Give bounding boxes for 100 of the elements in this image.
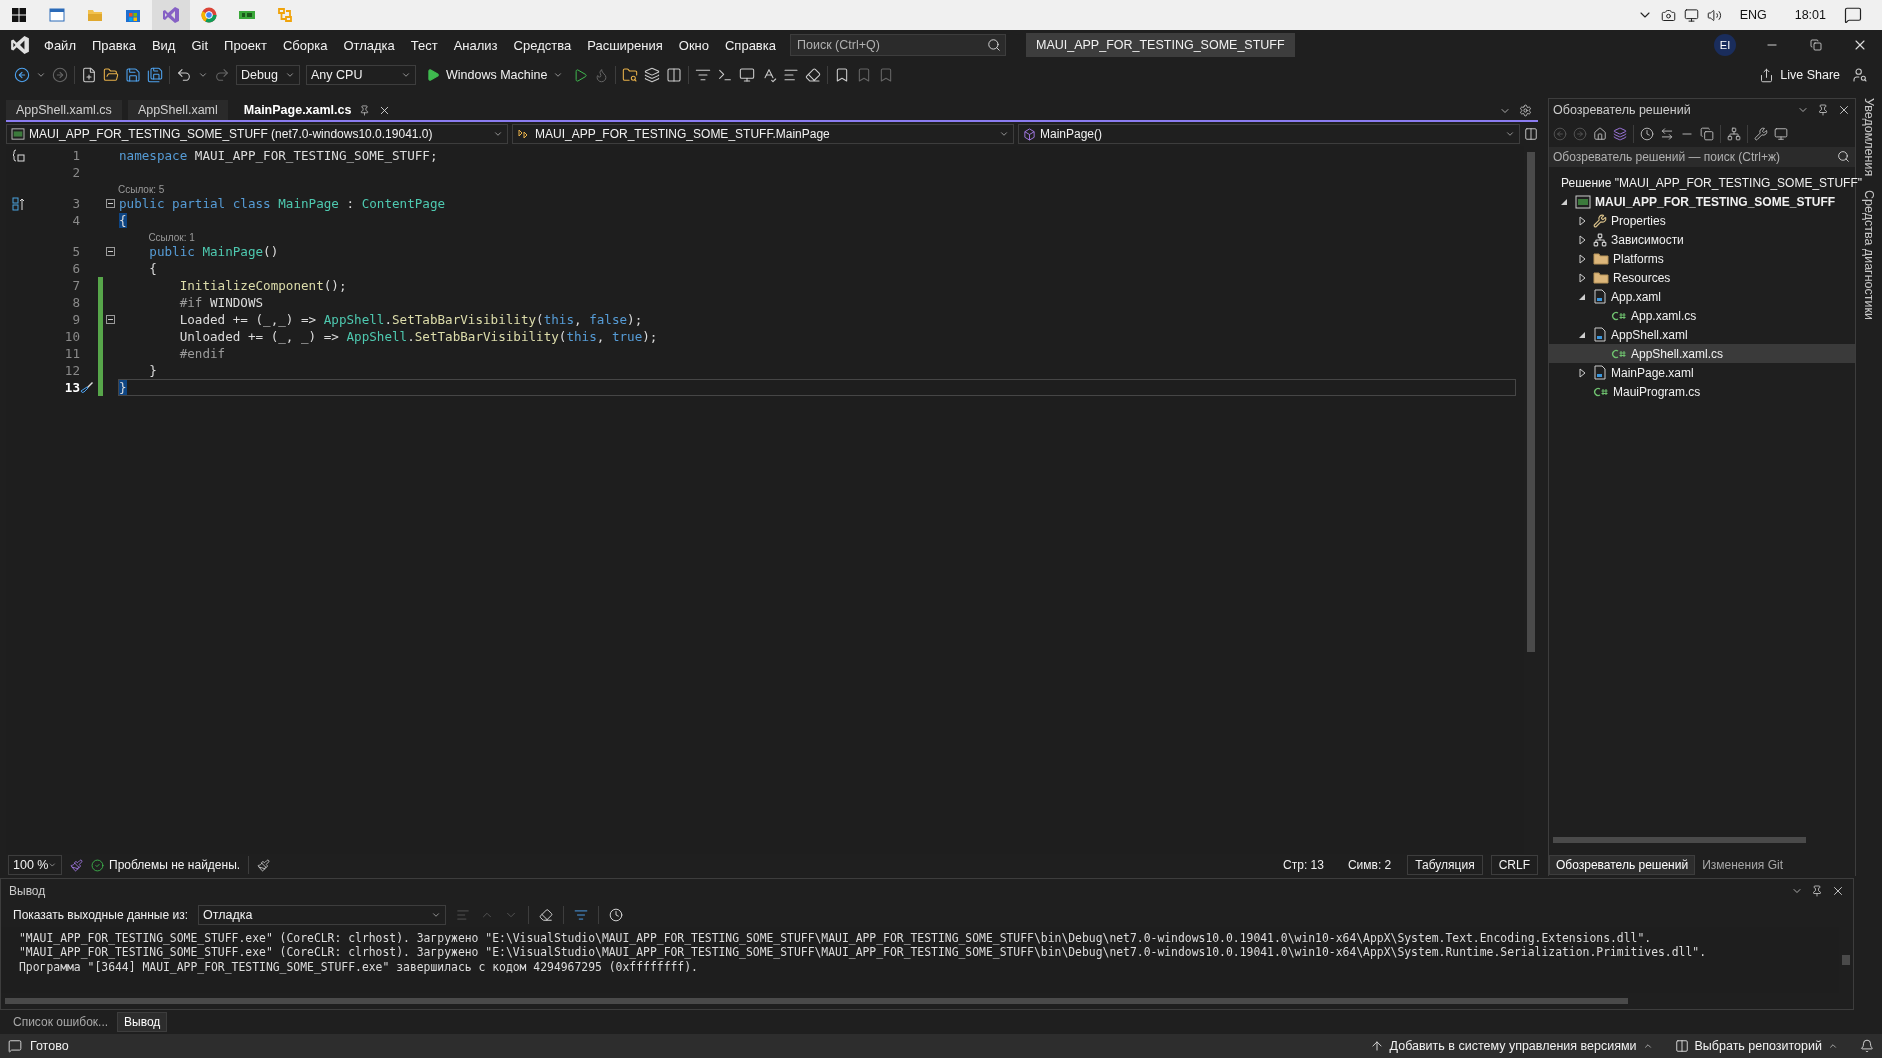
tree-item[interactable]: App.xaml: [1549, 287, 1855, 306]
output-source-dropdown[interactable]: Отладка: [198, 905, 446, 925]
tree-item[interactable]: AppShell.xaml: [1549, 325, 1855, 344]
expander-icon[interactable]: [1578, 253, 1586, 264]
eraser-icon[interactable]: [805, 67, 822, 83]
menu-item[interactable]: Вид: [143, 37, 184, 53]
spell-check-icon[interactable]: [761, 67, 778, 83]
tree-item[interactable]: Зависимости: [1549, 230, 1855, 249]
menu-item[interactable]: Проект: [216, 37, 275, 53]
zoom-dropdown[interactable]: 100 %: [8, 855, 62, 875]
collapse-toggle[interactable]: [106, 199, 115, 208]
settings-icon[interactable]: [1519, 104, 1532, 117]
expander-icon[interactable]: [1578, 234, 1586, 245]
member-dropdown[interactable]: MainPage(): [1018, 124, 1520, 144]
tree-item[interactable]: MauiProgram.cs: [1549, 382, 1855, 401]
tree-item[interactable]: Resources: [1549, 268, 1855, 287]
side-tab[interactable]: Уведомления: [1862, 98, 1876, 177]
side-tab[interactable]: Средства диагностики: [1862, 190, 1876, 321]
split-icon[interactable]: [1524, 127, 1538, 141]
configuration-dropdown[interactable]: Debug: [236, 65, 300, 85]
forward-icon[interactable]: [52, 67, 68, 83]
volume-icon[interactable]: [1706, 7, 1722, 23]
type-dropdown[interactable]: MAUI_APP_FOR_TESTING_SOME_STUFF.MainPage: [512, 124, 1014, 144]
tree-item[interactable]: App.xaml.cs: [1549, 306, 1855, 325]
source-control-button[interactable]: Добавить в систему управления версиями: [1369, 1039, 1653, 1053]
infinity-logo-icon[interactable]: [10, 35, 30, 55]
collapse-toggle[interactable]: [106, 247, 115, 256]
open-folder-icon[interactable]: [103, 67, 119, 83]
line-ending-indicator[interactable]: CRLF: [1490, 855, 1538, 875]
search-icon[interactable]: [987, 38, 1001, 52]
search-field[interactable]: Поиск (Ctrl+Q): [790, 34, 1006, 56]
clock[interactable]: 18:01: [1794, 8, 1826, 22]
menu-item[interactable]: Файл: [36, 37, 84, 53]
tree-item[interactable]: MainPage.xaml: [1549, 363, 1855, 382]
class-hierarchy-icon[interactable]: [12, 196, 26, 211]
language-indicator[interactable]: ENG: [1739, 8, 1767, 22]
menu-item[interactable]: Отладка: [335, 37, 403, 53]
live-share-button[interactable]: Live Share: [1753, 67, 1846, 83]
menu-item[interactable]: Тест: [402, 37, 446, 53]
platform-dropdown[interactable]: Any CPU: [306, 65, 416, 85]
collapse-toggle[interactable]: [106, 315, 115, 324]
save-icon[interactable]: [125, 67, 141, 83]
line-indicator[interactable]: Стр: 13: [1275, 855, 1332, 875]
brush-icon[interactable]: [70, 858, 83, 872]
notification-icon[interactable]: [1844, 6, 1862, 24]
undo-icon[interactable]: [176, 67, 192, 83]
panel-tab[interactable]: Изменения Git: [1695, 855, 1790, 875]
menu-item[interactable]: Средства: [505, 37, 580, 53]
clock-icon[interactable]: [609, 908, 623, 922]
caret-icon[interactable]: [36, 70, 46, 80]
align-icon[interactable]: [783, 67, 800, 83]
pin-icon[interactable]: [359, 104, 371, 116]
expander-icon[interactable]: [1578, 292, 1586, 301]
expander-icon[interactable]: [1578, 272, 1586, 283]
menu-item[interactable]: Сборка: [274, 37, 336, 53]
list-icon[interactable]: [695, 67, 712, 83]
close-icon[interactable]: [1837, 103, 1851, 117]
menu-item[interactable]: Git: [183, 37, 217, 53]
feedback-icon[interactable]: [1852, 67, 1868, 83]
play-outline-icon[interactable]: [573, 67, 589, 83]
expander-icon[interactable]: [1560, 197, 1568, 206]
home-icon[interactable]: [1593, 127, 1607, 141]
issues-indicator[interactable]: Проблемы не найдены.: [91, 858, 241, 872]
taskbar-button[interactable]: [152, 0, 190, 30]
save-all-icon[interactable]: [147, 67, 163, 83]
network-icon[interactable]: [1683, 7, 1699, 23]
pin-icon[interactable]: [1811, 885, 1823, 897]
redo-icon[interactable]: [214, 67, 230, 83]
search-field[interactable]: Обозреватель решений — поиск (Ctrl+ж): [1549, 147, 1855, 167]
tree-item[interactable]: AppShell.xaml.cs: [1549, 344, 1855, 363]
panel-tab[interactable]: Обозреватель решений: [1549, 855, 1696, 875]
tree-item[interactable]: Platforms: [1549, 249, 1855, 268]
document-tab[interactable]: AppShell.xaml: [127, 100, 228, 120]
bell-icon[interactable]: [1860, 1039, 1874, 1053]
menu-item[interactable]: Справка: [717, 37, 784, 53]
copy-icon[interactable]: [1700, 127, 1714, 141]
monitor-icon[interactable]: [739, 67, 756, 83]
layers-icon[interactable]: [644, 67, 661, 83]
back-icon[interactable]: [14, 67, 30, 83]
sync-icon[interactable]: [1660, 127, 1674, 141]
properties-icon[interactable]: [1754, 127, 1768, 141]
pin-icon[interactable]: [1817, 104, 1829, 116]
menu-item[interactable]: Анализ: [445, 37, 506, 53]
screwdriver-icon[interactable]: [80, 380, 94, 395]
new-file-icon[interactable]: [81, 67, 97, 83]
expander-icon[interactable]: [1578, 215, 1586, 226]
indent-indicator[interactable]: Табуляция: [1407, 855, 1483, 875]
menu-item[interactable]: Расширения: [579, 37, 671, 53]
camera-icon[interactable]: [1660, 7, 1676, 23]
history-icon[interactable]: [1640, 127, 1654, 141]
menu-item[interactable]: Окно: [670, 37, 717, 53]
terminal-icon[interactable]: [717, 67, 734, 83]
tree-item[interactable]: MAUI_APP_FOR_TESTING_SOME_STUFF: [1549, 192, 1855, 211]
menu-item[interactable]: Правка: [83, 37, 144, 53]
run-button[interactable]: Windows Machine: [422, 68, 568, 82]
project-dropdown[interactable]: MAUI_APP_FOR_TESTING_SOME_STUFF (net7.0-windows10.0.19041.0): [6, 124, 508, 144]
folder-search-icon[interactable]: [622, 67, 639, 83]
document-tab[interactable]: AppShell.xaml.cs: [6, 100, 122, 120]
namespace-icon[interactable]: [12, 148, 26, 163]
panel-tab[interactable]: Список ошибок...: [6, 1012, 116, 1032]
